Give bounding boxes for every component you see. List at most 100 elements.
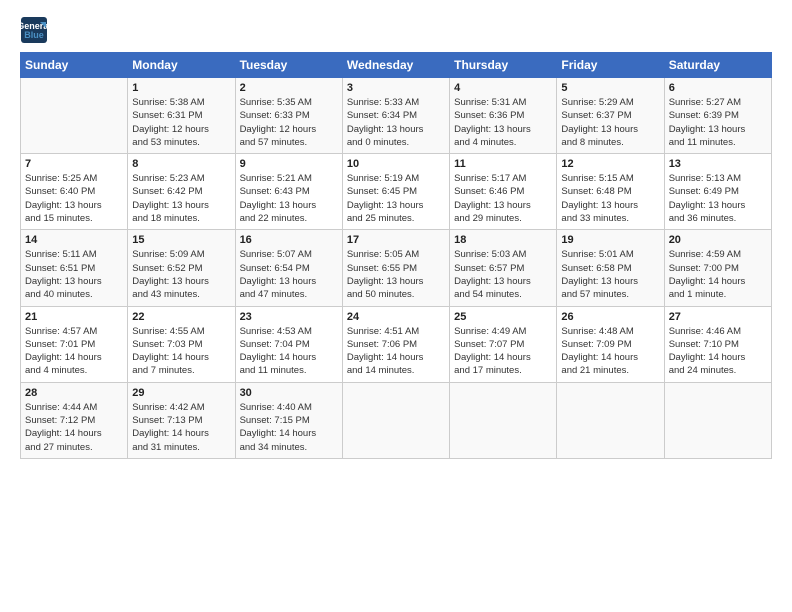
day-info: Sunrise: 4:53 AMSunset: 7:04 PMDaylight:… — [240, 325, 338, 378]
day-number: 24 — [347, 311, 445, 323]
day-number: 8 — [132, 158, 230, 170]
calendar-cell: 25 Sunrise: 4:49 AMSunset: 7:07 PMDayligh… — [450, 306, 557, 382]
day-number: 1 — [132, 82, 230, 94]
day-number: 6 — [669, 82, 767, 94]
calendar-cell: 19 Sunrise: 5:01 AMSunset: 6:58 PMDayligh… — [557, 230, 664, 306]
day-info: Sunrise: 4:40 AMSunset: 7:15 PMDaylight:… — [240, 401, 338, 454]
calendar-cell: 15 Sunrise: 5:09 AMSunset: 6:52 PMDayligh… — [128, 230, 235, 306]
day-number: 22 — [132, 311, 230, 323]
week-row-1: 1 Sunrise: 5:38 AMSunset: 6:31 PMDaylight… — [21, 78, 772, 154]
calendar-cell: 12Sunrise: 5:15 AMSunset: 6:48 PMDayligh… — [557, 154, 664, 230]
day-number: 5 — [561, 82, 659, 94]
column-header-monday: Monday — [128, 53, 235, 78]
logo-icon: General Blue — [20, 16, 48, 44]
calendar-table: SundayMondayTuesdayWednesdayThursdayFrid… — [20, 52, 772, 459]
day-number: 25 — [454, 311, 552, 323]
day-info: Sunrise: 5:33 AMSunset: 6:34 PMDaylight:… — [347, 96, 445, 149]
page: General Blue SundayMondayTuesdayWednesda… — [0, 0, 792, 612]
calendar-cell: 30 Sunrise: 4:40 AMSunset: 7:15 PMDayligh… — [235, 382, 342, 458]
calendar-cell: 23 Sunrise: 4:53 AMSunset: 7:04 PMDayligh… — [235, 306, 342, 382]
day-number: 17 — [347, 234, 445, 246]
day-info: Sunrise: 4:59 AMSunset: 7:00 PMDaylight:… — [669, 248, 767, 301]
column-header-sunday: Sunday — [21, 53, 128, 78]
day-info: Sunrise: 5:29 AMSunset: 6:37 PMDaylight:… — [561, 96, 659, 149]
day-number: 23 — [240, 311, 338, 323]
day-info: Sunrise: 5:13 AMSunset: 6:49 PMDaylight:… — [669, 172, 767, 225]
day-info: Sunrise: 5:15 AMSunset: 6:48 PMDaylight:… — [561, 172, 659, 225]
day-number: 19 — [561, 234, 659, 246]
day-info: Sunrise: 5:27 AMSunset: 6:39 PMDaylight:… — [669, 96, 767, 149]
day-info: Sunrise: 5:07 AMSunset: 6:54 PMDaylight:… — [240, 248, 338, 301]
day-info: Sunrise: 5:09 AMSunset: 6:52 PMDaylight:… — [132, 248, 230, 301]
logo: General Blue — [20, 16, 50, 44]
calendar-cell: 9 Sunrise: 5:21 AMSunset: 6:43 PMDaylight… — [235, 154, 342, 230]
week-row-5: 28 Sunrise: 4:44 AMSunset: 7:12 PMDayligh… — [21, 382, 772, 458]
calendar-cell: 6 Sunrise: 5:27 AMSunset: 6:39 PMDaylight… — [664, 78, 771, 154]
day-info: Sunrise: 5:21 AMSunset: 6:43 PMDaylight:… — [240, 172, 338, 225]
day-number: 28 — [25, 387, 123, 399]
calendar-cell: 26Sunrise: 4:48 AMSunset: 7:09 PMDayligh… — [557, 306, 664, 382]
week-row-3: 14 Sunrise: 5:11 AMSunset: 6:51 PMDayligh… — [21, 230, 772, 306]
day-number: 4 — [454, 82, 552, 94]
day-number: 13 — [669, 158, 767, 170]
day-info: Sunrise: 4:51 AMSunset: 7:06 PMDaylight:… — [347, 325, 445, 378]
day-number: 14 — [25, 234, 123, 246]
calendar-cell: 8 Sunrise: 5:23 AMSunset: 6:42 PMDaylight… — [128, 154, 235, 230]
day-info: Sunrise: 4:57 AMSunset: 7:01 PMDaylight:… — [25, 325, 123, 378]
calendar-cell: 11 Sunrise: 5:17 AMSunset: 6:46 PMDayligh… — [450, 154, 557, 230]
day-number: 9 — [240, 158, 338, 170]
column-header-tuesday: Tuesday — [235, 53, 342, 78]
column-header-friday: Friday — [557, 53, 664, 78]
day-info: Sunrise: 4:44 AMSunset: 7:12 PMDaylight:… — [25, 401, 123, 454]
calendar-cell — [342, 382, 449, 458]
day-number: 20 — [669, 234, 767, 246]
calendar-cell — [450, 382, 557, 458]
calendar-cell: 13 Sunrise: 5:13 AMSunset: 6:49 PMDayligh… — [664, 154, 771, 230]
day-number: 30 — [240, 387, 338, 399]
day-number: 15 — [132, 234, 230, 246]
calendar-cell: 2 Sunrise: 5:35 AMSunset: 6:33 PMDaylight… — [235, 78, 342, 154]
calendar-cell: 17 Sunrise: 5:05 AMSunset: 6:55 PMDayligh… — [342, 230, 449, 306]
day-number: 10 — [347, 158, 445, 170]
calendar-cell: 29 Sunrise: 4:42 AMSunset: 7:13 PMDayligh… — [128, 382, 235, 458]
day-number: 18 — [454, 234, 552, 246]
calendar-cell: 22 Sunrise: 4:55 AMSunset: 7:03 PMDayligh… — [128, 306, 235, 382]
day-info: Sunrise: 5:05 AMSunset: 6:55 PMDaylight:… — [347, 248, 445, 301]
week-row-4: 21 Sunrise: 4:57 AMSunset: 7:01 PMDayligh… — [21, 306, 772, 382]
day-number: 7 — [25, 158, 123, 170]
day-number: 2 — [240, 82, 338, 94]
day-number: 21 — [25, 311, 123, 323]
day-number: 27 — [669, 311, 767, 323]
svg-text:Blue: Blue — [24, 30, 44, 40]
day-number: 16 — [240, 234, 338, 246]
day-number: 26 — [561, 311, 659, 323]
calendar-cell: 3Sunrise: 5:33 AMSunset: 6:34 PMDaylight… — [342, 78, 449, 154]
day-info: Sunrise: 5:35 AMSunset: 6:33 PMDaylight:… — [240, 96, 338, 149]
week-row-2: 7 Sunrise: 5:25 AMSunset: 6:40 PMDaylight… — [21, 154, 772, 230]
day-info: Sunrise: 5:11 AMSunset: 6:51 PMDaylight:… — [25, 248, 123, 301]
column-header-row: SundayMondayTuesdayWednesdayThursdayFrid… — [21, 53, 772, 78]
day-info: Sunrise: 4:42 AMSunset: 7:13 PMDaylight:… — [132, 401, 230, 454]
day-info: Sunrise: 5:25 AMSunset: 6:40 PMDaylight:… — [25, 172, 123, 225]
calendar-cell: 1 Sunrise: 5:38 AMSunset: 6:31 PMDaylight… — [128, 78, 235, 154]
day-info: Sunrise: 5:31 AMSunset: 6:36 PMDaylight:… — [454, 96, 552, 149]
day-number: 11 — [454, 158, 552, 170]
day-info: Sunrise: 4:49 AMSunset: 7:07 PMDaylight:… — [454, 325, 552, 378]
day-info: Sunrise: 5:38 AMSunset: 6:31 PMDaylight:… — [132, 96, 230, 149]
day-info: Sunrise: 5:17 AMSunset: 6:46 PMDaylight:… — [454, 172, 552, 225]
calendar-cell: 10Sunrise: 5:19 AMSunset: 6:45 PMDayligh… — [342, 154, 449, 230]
calendar-cell: 7 Sunrise: 5:25 AMSunset: 6:40 PMDaylight… — [21, 154, 128, 230]
column-header-wednesday: Wednesday — [342, 53, 449, 78]
calendar-body: 1 Sunrise: 5:38 AMSunset: 6:31 PMDaylight… — [21, 78, 772, 459]
day-info: Sunrise: 5:01 AMSunset: 6:58 PMDaylight:… — [561, 248, 659, 301]
calendar-cell — [557, 382, 664, 458]
column-header-saturday: Saturday — [664, 53, 771, 78]
calendar-cell — [664, 382, 771, 458]
calendar-cell: 24 Sunrise: 4:51 AMSunset: 7:06 PMDayligh… — [342, 306, 449, 382]
day-info: Sunrise: 4:55 AMSunset: 7:03 PMDaylight:… — [132, 325, 230, 378]
calendar-cell: 20 Sunrise: 4:59 AMSunset: 7:00 PMDayligh… — [664, 230, 771, 306]
day-info: Sunrise: 5:03 AMSunset: 6:57 PMDaylight:… — [454, 248, 552, 301]
day-info: Sunrise: 5:23 AMSunset: 6:42 PMDaylight:… — [132, 172, 230, 225]
calendar-cell: 21 Sunrise: 4:57 AMSunset: 7:01 PMDayligh… — [21, 306, 128, 382]
day-number: 29 — [132, 387, 230, 399]
